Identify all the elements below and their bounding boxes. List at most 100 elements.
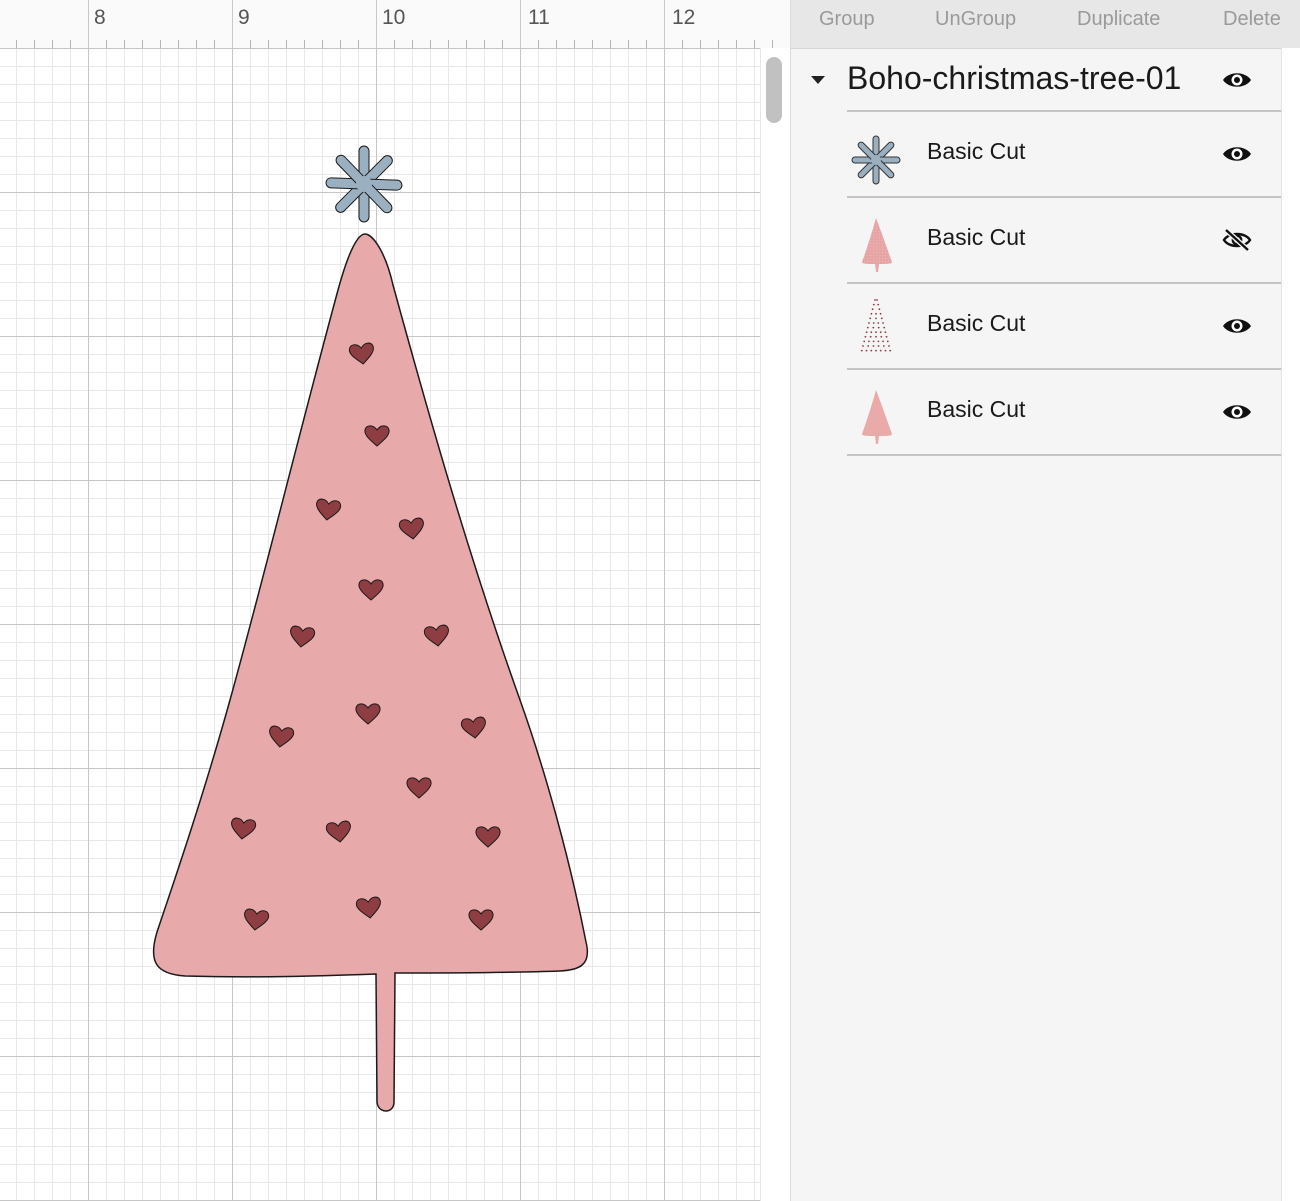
ruler-tick [646,40,647,48]
ruler-tick [682,40,683,48]
plain-tree-thumbnail-icon [862,390,892,444]
ruler-tick [484,40,485,48]
tree-body-shape[interactable] [152,233,589,1112]
layer-label: Basic Cut [927,396,1026,422]
ruler-tick [664,0,665,48]
delete-button[interactable]: Delete [1223,8,1281,31]
ruler-tick [160,40,161,48]
layer-row-plain-tree[interactable]: Basic Cut [847,370,1281,456]
thumb-dot [867,345,870,347]
group-button[interactable]: Group [819,8,875,31]
ruler-tick [304,40,305,48]
layers-toolbar: Group UnGroup Duplicate Delete [791,0,1300,49]
thumb-dot [879,349,882,352]
ruler-label-11: 11 [528,6,550,29]
ruler-tick [232,0,233,48]
canvas-scrollbar-thumb[interactable] [766,57,782,123]
ruler-tick [772,40,773,48]
layer-group-row[interactable]: Boho-christmas-tree-01 [791,48,1281,110]
thumb-dot [864,335,867,338]
thumb-dot [865,349,868,352]
ruler-tick [538,40,539,48]
canvas-scrollbar-track[interactable] [760,48,791,1201]
design-canvas[interactable] [0,48,760,1201]
star-center [356,176,372,192]
thumb-dot [882,340,884,343]
thumb-dot [877,340,880,343]
duplicate-button[interactable]: Duplicate [1077,8,1160,31]
ruler-tick [124,40,125,48]
snowflake-star-topper[interactable] [325,145,403,223]
thumb-dot [872,345,875,347]
layer-label: Basic Cut [927,224,1026,250]
ruler-tick [142,40,143,48]
ruler-tick [394,40,395,48]
eye-icon[interactable] [1221,400,1253,424]
thumb-dot [868,322,870,324]
thumb-dot [878,308,881,311]
thumb-dot [879,331,882,334]
ruler-tick [592,40,593,48]
thumb-dot [870,312,873,315]
ruler-label-9: 9 [238,6,250,29]
ruler-tick [286,40,287,48]
thumb-dot [869,317,872,320]
eye-icon[interactable] [1221,142,1253,166]
horizontal-ruler: 8 9 10 11 12 [0,0,790,49]
ruler-tick [196,40,197,48]
ruler-tick [700,40,701,48]
thumb-dot [868,340,870,343]
eye-icon[interactable] [1221,68,1253,92]
thumb-dot [875,335,877,338]
thumb-dot [877,345,880,347]
ruler-label-12: 12 [672,6,696,29]
thumb-dot [882,322,884,324]
eye-hidden-icon[interactable] [1221,228,1253,252]
ruler-tick [52,40,53,48]
thumb-dot [872,322,875,324]
ruler-tick [16,40,17,48]
ruler-tick [628,40,629,48]
ruler-tick [358,40,359,48]
thumb-dot [870,349,873,352]
ruler-tick [214,40,215,48]
ruler-tick [268,40,269,48]
layer-row-textured-tree[interactable]: Basic Cut [847,198,1281,284]
ruler-tick [88,0,89,48]
thumb-dot [866,326,869,329]
eye-icon[interactable] [1221,314,1253,338]
thumb-dot [870,331,873,334]
thumb-dot [865,331,868,334]
ruler-tick [754,40,755,48]
dotted-tree-thumbnail-icon [860,299,892,352]
thumb-dot [877,322,880,324]
ruler-tick [718,40,719,48]
collapse-caret-icon[interactable] [811,76,825,84]
thumb-dot [875,312,877,315]
ruler-tick [556,40,557,48]
ungroup-button[interactable]: UnGroup [935,8,1016,31]
thumb-dot [872,340,875,343]
thumb-dot [877,326,880,329]
layer-label: Basic Cut [927,138,1026,164]
thumb-dot [884,349,887,352]
thumb-dot [880,335,883,338]
layer-group-name: Boho-christmas-tree-01 [847,60,1182,96]
thumb-dot [879,312,882,315]
thumb-dot [863,340,866,343]
thumb-dot [875,331,877,334]
ruler-tick [70,40,71,48]
tree-artwork[interactable] [0,48,760,1201]
layers-panel: Group UnGroup Duplicate Delete Boho-chri… [790,0,1300,1201]
ruler-label-10: 10 [382,6,406,29]
ruler-label-8: 8 [94,6,106,29]
thumb-dot [860,349,863,352]
ruler-tick [322,40,323,48]
layer-row-dotted-tree[interactable]: Basic Cut [847,284,1281,370]
thumb-dot [862,345,864,347]
layers-scrollbar-track[interactable] [1281,48,1300,1201]
ruler-tick [520,0,521,48]
layer-row-snowflake[interactable]: Basic Cut [847,112,1281,198]
thumb-dot [875,349,877,352]
thumb-dot [880,317,883,320]
